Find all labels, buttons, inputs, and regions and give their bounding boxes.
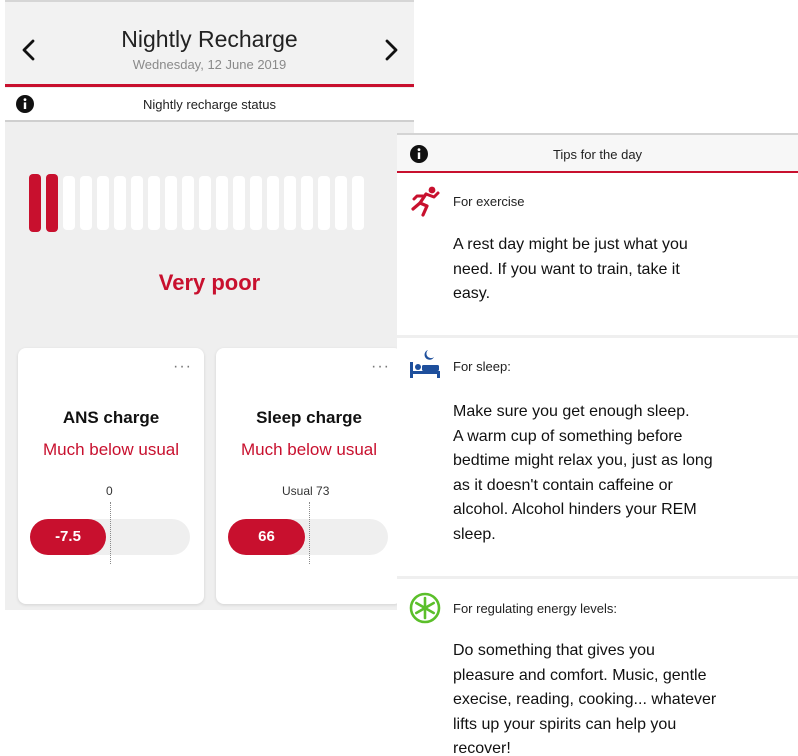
sleeping-bed-icon [410, 350, 440, 378]
gauge-segment-empty [318, 176, 330, 230]
header-underline [5, 84, 414, 87]
charge-value-pill: 66 [228, 519, 305, 555]
tip-line: easy. [453, 285, 491, 302]
gauge-segment-empty [284, 176, 296, 230]
charge-value-pill: -7.5 [30, 519, 106, 555]
tip-line: need. If you want to train, take it [453, 260, 680, 278]
gauge-segment-empty [80, 176, 92, 230]
tip-line: lifts up your spirits can help you [453, 715, 677, 733]
tips-title: Tips for the day [552, 147, 643, 162]
card-subtitle: Much below usual [240, 440, 378, 459]
tip-label: For regulating energy levels: [453, 601, 618, 616]
charge-track: 66 [228, 519, 388, 555]
gauge-segment-empty [63, 176, 75, 230]
page-date: Wednesday, 12 June 2019 [132, 57, 287, 72]
tip-line: A rest day might be just what you [453, 236, 688, 253]
ans-charge-card[interactable]: ··· ANS charge Much below usual 0 -7.5 [18, 348, 204, 604]
tip-label: For sleep: [453, 359, 511, 374]
sleep-charge-card[interactable]: ··· Sleep charge Much below usual Usual … [216, 348, 402, 604]
tip-line: bedtime might relax you, just as long [453, 452, 713, 469]
gauge-segment-empty [97, 176, 109, 230]
card-title: ANS charge [62, 408, 160, 427]
card-title: Sleep charge [256, 408, 362, 427]
reference-marker [110, 502, 111, 564]
page-title: Nightly Recharge [121, 26, 298, 52]
chevron-right-icon[interactable] [377, 32, 405, 68]
tip-body: Do something that gives you pleasure and… [453, 639, 773, 756]
more-options-icon[interactable]: ··· [371, 359, 390, 375]
reference-marker [309, 502, 310, 564]
tip-line: alcohol. Alcohol hinders your REM [453, 501, 697, 518]
tip-label: For exercise [453, 194, 525, 209]
gauge-segment-filled [46, 174, 58, 232]
gauge-segment-empty [250, 176, 262, 230]
tip-line: recover! [453, 740, 511, 756]
gauge-segment-empty [335, 176, 347, 230]
tip-body: A rest day might be just what you need. … [453, 233, 773, 307]
gauge-segment-empty [352, 176, 364, 230]
gauge-segment-empty [216, 176, 228, 230]
gauge-segment-empty [199, 176, 211, 230]
gauge-segment-empty [165, 176, 177, 230]
gauge-segment-empty [267, 176, 279, 230]
nightly-recharge-panel: Nightly Recharge Wednesday, 12 June 2019… [5, 0, 414, 610]
tip-body: Make sure you get enough sleep. A warm c… [453, 400, 773, 547]
gauge-segment-filled [29, 174, 41, 232]
gauge-segment-empty [301, 176, 313, 230]
gauge-segment-empty [131, 176, 143, 230]
tip-line: A warm cup of something before [453, 427, 683, 445]
reference-label: 0 [106, 484, 113, 498]
gauge-segment-empty [233, 176, 245, 230]
card-subtitle: Much below usual [42, 440, 180, 459]
status-label: Nightly recharge status [143, 97, 276, 112]
tip-line: Make sure you get enough sleep. [453, 403, 690, 420]
tip-line: as it doesn't contain caffeine or [453, 476, 673, 494]
tip-line: sleep. [453, 525, 496, 543]
gauge-segments [29, 174, 364, 232]
tip-exercise: For exercise A rest day might be just wh… [397, 175, 798, 335]
recharge-status-value: Very poor [158, 270, 261, 295]
tip-energy: For regulating energy levels: Do somethi… [397, 579, 798, 756]
tips-header: Tips for the day [397, 135, 798, 173]
tip-line: execise, reading, cooking... whatever [453, 691, 717, 708]
tips-panel: Tips for the day For exercise A rest day… [397, 133, 798, 756]
gauge-segment-empty [114, 176, 126, 230]
tip-line: Do something that gives you [453, 642, 655, 659]
gauge-segment-empty [148, 176, 160, 230]
recharge-gauge [5, 170, 414, 235]
energy-asterisk-icon [409, 592, 441, 624]
reference-label: Usual 73 [282, 484, 330, 498]
more-options-icon[interactable]: ··· [173, 359, 192, 375]
tip-line: pleasure and comfort. Music, gentle [453, 666, 707, 684]
tip-sleep: For sleep: Make sure you get enough slee… [397, 338, 798, 576]
running-person-icon [411, 186, 440, 217]
status-bar: Nightly recharge status [5, 88, 414, 122]
gauge-segment-empty [182, 176, 194, 230]
header: Nightly Recharge Wednesday, 12 June 2019 [5, 0, 414, 86]
